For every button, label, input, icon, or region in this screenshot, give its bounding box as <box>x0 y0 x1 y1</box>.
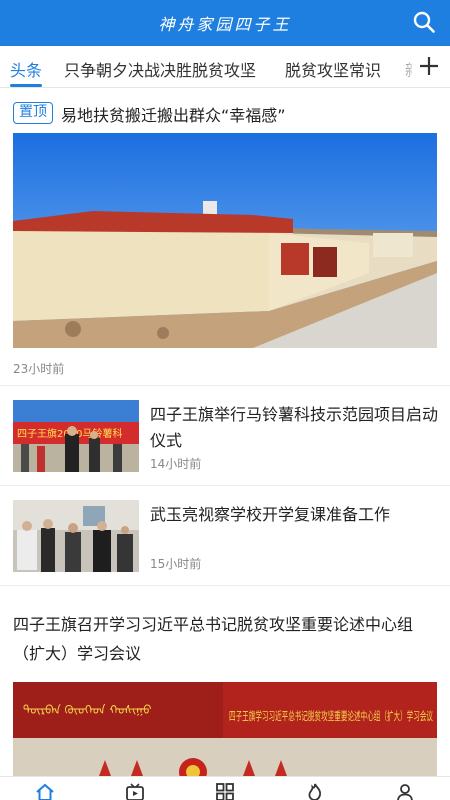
tab-fade <box>396 46 416 87</box>
news-title[interactable]: 易地扶贫搬迁搬出群众“幸福感” <box>61 102 286 126</box>
news-item-large[interactable]: 四子王旗召开学习习近平总书记脱贫攻坚重要论述中心组（扩大）学习会议 ᠳᠥᠷᠪᠡᠨ… <box>0 596 450 776</box>
news-title[interactable]: 四子王旗召开学习习近平总书记脱贫攻坚重要论述中心组（扩大）学习会议 <box>13 610 438 668</box>
category-tabs: 头条 只争朝夕决战决胜脱贫攻坚 脱贫攻坚常识 新 <box>0 46 450 88</box>
home-icon[interactable] <box>35 782 55 800</box>
news-item[interactable]: 武玉亮视察学校开学复课准备工作 15小时前 <box>0 486 450 586</box>
news-item[interactable]: 四子王旗2020马铃薯科 四子王旗举行马铃薯科技示范园项目启动仪式 14小时前 <box>0 386 450 486</box>
meeting-banner-text: 四子王旗学习习近平总书记脱贫攻坚重要论述中心组（扩大）学习会议 <box>229 709 433 723</box>
news-title[interactable]: 四子王旗举行马铃薯科技示范园项目启动仪式 <box>150 402 438 454</box>
flame-icon[interactable] <box>305 782 325 800</box>
tab-headlines[interactable]: 头条 <box>10 57 42 81</box>
news-timestamp: 23小时前 <box>13 362 65 376</box>
app-title: 神舟家园四子王 <box>158 15 292 34</box>
bottom-tab-bar <box>0 776 450 800</box>
tab-poverty-knowledge[interactable]: 脱贫攻坚常识 <box>285 57 381 81</box>
tab-poverty-campaign[interactable]: 只争朝夕决战决胜脱贫攻坚 <box>64 57 256 81</box>
news-thumbnail-school-visit[interactable] <box>13 500 139 572</box>
news-timestamp: 14小时前 <box>150 457 202 471</box>
tab-track: 头条 只争朝夕决战决胜脱贫攻坚 脱贫攻坚常识 新 <box>0 46 412 87</box>
pinned-news-item[interactable]: 置顶 易地扶贫搬迁搬出群众“幸福感” 23小时前 <box>0 88 450 386</box>
video-icon[interactable] <box>125 782 145 800</box>
grid-icon[interactable] <box>215 782 235 800</box>
active-tab-indicator <box>10 84 42 87</box>
pinned-badge: 置顶 <box>13 102 53 124</box>
news-image-meeting-hall[interactable]: ᠳᠥᠷᠪᠡᠨ ᠬᠦᠦᠬᠡᠳ ᠬᠣᠰᠢᠭᠤ 四子王旗学习习近平总书记脱贫攻坚重要论… <box>13 682 437 776</box>
news-thumbnail-ceremony[interactable]: 四子王旗2020马铃薯科 <box>13 400 139 472</box>
news-timestamp: 15小时前 <box>150 557 202 571</box>
app-header: 神舟家园四子王 <box>0 0 450 46</box>
search-icon[interactable] <box>412 10 436 34</box>
news-image-village-houses[interactable] <box>13 133 437 348</box>
user-icon[interactable] <box>395 782 415 800</box>
add-channel-icon[interactable] <box>418 55 440 77</box>
news-feed[interactable]: 置顶 易地扶贫搬迁搬出群众“幸福感” 23小时前 四子王旗举行马铃薯科技示范园项… <box>0 88 450 776</box>
svg-text:ᠳᠥᠷᠪᠡᠨ ᠬᠦᠦᠬᠡᠳ ᠬᠣᠰᠢᠭᠤ: ᠳᠥᠷᠪᠡᠨ ᠬᠦᠦᠬᠡᠳ ᠬᠣᠰᠢᠭᠤ <box>23 703 152 717</box>
news-title[interactable]: 武玉亮视察学校开学复课准备工作 <box>150 502 438 528</box>
